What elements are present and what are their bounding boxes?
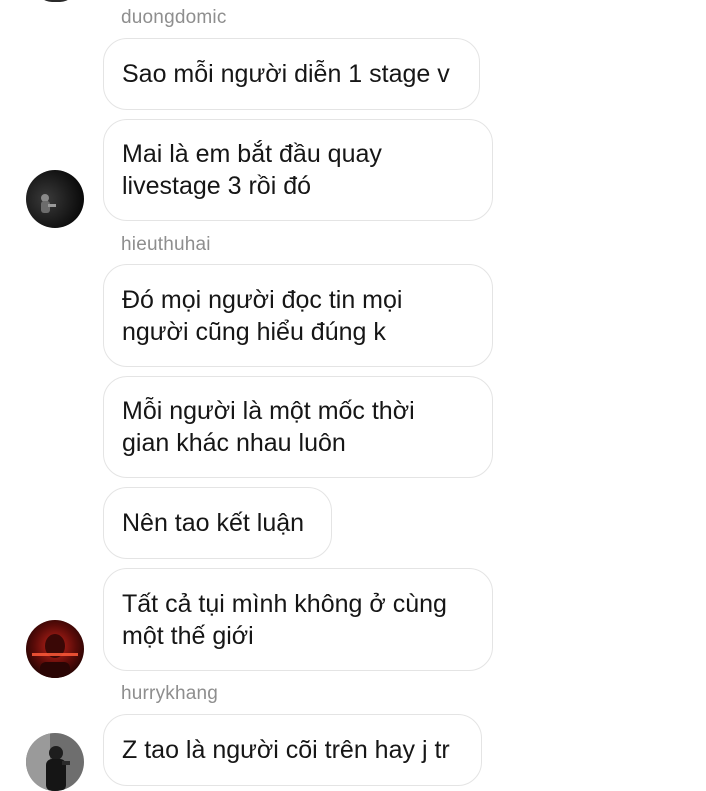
message-text: Mỗi người là một mốc thời gian khác nhau… [122,397,415,457]
message-text: Nên tao kết luận [122,509,305,537]
message-bubble[interactable]: Đó mọi người đọc tin mọi người cũng hiểu… [103,264,493,367]
sender-username: hurrykhang [121,683,219,704]
avatar-hurrykhang[interactable] [26,733,84,791]
message-bubble[interactable]: Mai là em bắt đầu quay livestage 3 rồi đ… [103,119,493,221]
message-text: Tất cả tụi mình không ở cùng một thế giớ… [122,589,447,650]
message-text: Sao mỗi người diễn 1 stage v [122,60,450,88]
message-bubble[interactable]: Tất cả tụi mình không ở cùng một thế giớ… [103,568,493,671]
message-bubble[interactable]: Sao mỗi người diễn 1 stage v [103,38,480,110]
previous-avatar-edge [36,0,76,2]
message-text: Z tao là người cõi trên hay j tr [122,736,450,764]
avatar-duongdomic[interactable] [26,170,84,228]
message-bubble[interactable]: Z tao là người cõi trên hay j tr [103,714,482,786]
sender-username: duongdomic [121,7,227,28]
message-text: Đó mọi người đọc tin mọi người cũng hiểu… [122,285,403,346]
message-bubble[interactable]: Mỗi người là một mốc thời gian khác nhau… [103,376,493,478]
message-bubble[interactable]: Nên tao kết luận [103,487,332,559]
avatar-hieuthuhai[interactable] [26,620,84,678]
message-text: Mai là em bắt đầu quay livestage 3 rồi đ… [122,140,382,200]
sender-username: hieuthuhai [121,234,211,255]
